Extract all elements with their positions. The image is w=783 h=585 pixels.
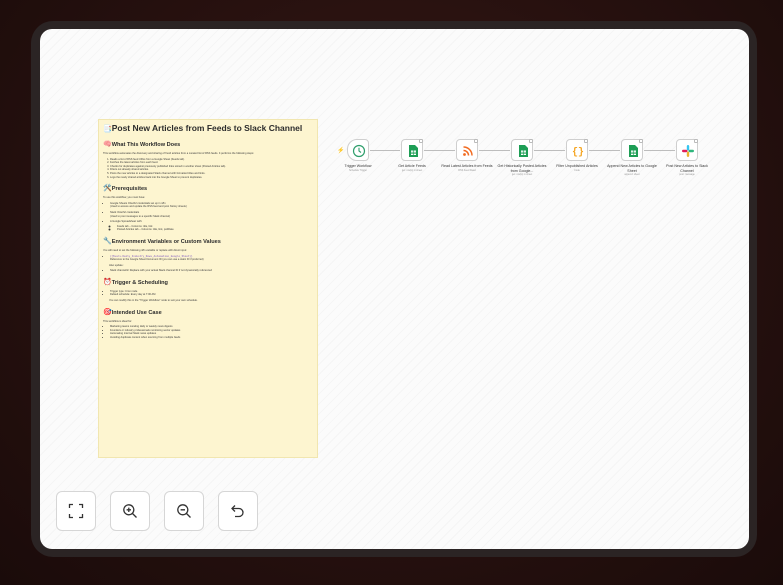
workflow-canvas[interactable]: 📑Post New Articles from Feeds to Slack C…	[40, 29, 749, 549]
node-title: Append New Articles to Google Sheet	[607, 164, 657, 173]
target-icon: 🎯	[103, 308, 112, 316]
section-heading: 🎯Intended Use Case	[103, 308, 162, 316]
env-list: {{$vars.Daily_Industry_News_Automation_G…	[106, 255, 313, 262]
node-box[interactable]: {}	[566, 139, 588, 161]
node-get-historically-posted[interactable]: Get Historically Posted Articles from Go…	[494, 139, 550, 176]
note-indicator-icon	[694, 139, 698, 143]
trigger-list: Trigger type: Cron node Default schedule…	[106, 290, 313, 297]
code-icon: {}	[572, 147, 584, 159]
section-text: You will need to set the following n8n v…	[103, 248, 187, 252]
brain-icon: 🧠	[103, 141, 112, 148]
node-box[interactable]	[676, 139, 698, 161]
note-indicator-icon	[474, 139, 478, 143]
list-item: Slack channelId: Replace with your actua…	[110, 269, 313, 273]
list-item: Default schedule: Every day at 7:00 AM	[110, 293, 313, 297]
google-sheets-icon	[629, 145, 638, 157]
node-trigger-workflow[interactable]: Trigger Workflow Schedule Trigger	[330, 139, 386, 172]
fit-view-button[interactable]	[56, 491, 96, 531]
svg-text:{}: {}	[572, 147, 584, 159]
node-box[interactable]	[347, 139, 369, 161]
node-subtitle: post: message	[679, 173, 695, 176]
list-item: {{$vars.Daily_Industry_News_Automation_G…	[110, 255, 313, 262]
section-text: This workflow is ideal for:	[103, 319, 132, 323]
note-indicator-icon	[529, 139, 533, 143]
rss-icon	[463, 146, 473, 156]
section-text: You can modify this in the "Trigger Work…	[109, 299, 198, 303]
steps-list: Reads a list of RSS feed URLs from a Goo…	[106, 158, 313, 180]
list-item: Logs the newly shared articles back into…	[110, 176, 313, 180]
list-item: Slack OAuth2 credentials(Used to post me…	[110, 211, 313, 218]
node-title: Post New Articles to Slack Channel	[666, 164, 708, 173]
list-item: Google Sheets OAuth2 credentials set up …	[110, 202, 313, 209]
list-item: A Google Spreadsheet with: Feeds tab – C…	[110, 220, 313, 232]
clock-icon	[352, 144, 366, 158]
node-subtitle: RSS Feed Read	[458, 168, 476, 172]
node-box[interactable]	[511, 139, 533, 161]
note-indicator-icon	[419, 139, 423, 143]
section-heading: 🔧Environment Variables or Custom Values	[103, 237, 221, 245]
node-append-new-articles[interactable]: Append New Articles to Google Sheet appe…	[604, 139, 660, 176]
node-post-to-slack[interactable]: Post New Articles to Slack Channel post:…	[659, 139, 715, 176]
google-sheets-icon	[409, 145, 418, 157]
section-heading: 🛠️Prerequisites	[103, 185, 148, 193]
node-subtitle: append: sheet	[624, 173, 640, 176]
note-indicator-icon	[584, 139, 588, 143]
node-subtitle: Code	[574, 168, 580, 172]
node-title: Read Latest Articles from Feeds	[441, 164, 493, 168]
node-subtitle: get: row(s) in sheet	[401, 168, 423, 172]
node-title: Get Historically Posted Articles from Go…	[497, 164, 547, 173]
note-indicator-icon	[639, 139, 643, 143]
reset-button[interactable]	[218, 491, 258, 531]
alarm-clock-icon: ⏰	[103, 278, 112, 286]
section-heading: ⏰Trigger & Scheduling	[103, 278, 168, 286]
node-get-article-feeds[interactable]: Get Article Feeds get: row(s) in sheet	[384, 139, 440, 172]
undo-icon	[231, 505, 244, 518]
env-list: Slack channelId: Replace with your actua…	[106, 269, 313, 273]
section-heading: 🧠What This Workflow Does	[103, 141, 181, 148]
list-item: Avoiding duplicate content when sourcing…	[110, 336, 313, 340]
node-filter-unpublished[interactable]: {} Filter Unpublished Articles Code	[549, 139, 605, 172]
section-text: To use this workflow, you must have:	[103, 196, 146, 200]
zoom-out-button[interactable]	[164, 491, 204, 531]
list-item: Posted Articles tab – Columns: title, li…	[117, 228, 313, 232]
section-text: This workflow automates the discovery an…	[103, 152, 255, 155]
wrench-icon: 🔧	[103, 237, 112, 245]
note-title: 📑Post New Articles from Feeds to Slack C…	[103, 123, 303, 133]
section-text: Also update:	[109, 263, 124, 267]
zoom-out-icon	[177, 504, 191, 518]
node-box[interactable]	[401, 139, 423, 161]
node-title: Filter Unpublished Articles	[556, 164, 598, 168]
memo-icon: 📑	[103, 126, 112, 133]
node-read-latest-articles[interactable]: Read Latest Articles from Feeds RSS Feed…	[439, 139, 495, 172]
fit-view-icon	[68, 503, 84, 519]
zoom-in-icon	[123, 504, 137, 518]
usecase-list: Marketing teams curating daily or weekly…	[106, 325, 313, 339]
zoom-in-button[interactable]	[110, 491, 150, 531]
node-box[interactable]	[456, 139, 478, 161]
node-subtitle: Schedule Trigger	[348, 168, 368, 172]
slack-icon	[682, 145, 694, 157]
prereq-list: Google Sheets OAuth2 credentials set up …	[106, 202, 313, 232]
google-sheets-icon	[519, 145, 528, 157]
sticky-note[interactable]: 📑Post New Articles from Feeds to Slack C…	[98, 119, 318, 458]
node-subtitle: get: row(s) in sheet	[511, 173, 533, 176]
node-box[interactable]	[621, 139, 643, 161]
tools-icon: 🛠️	[103, 185, 112, 193]
